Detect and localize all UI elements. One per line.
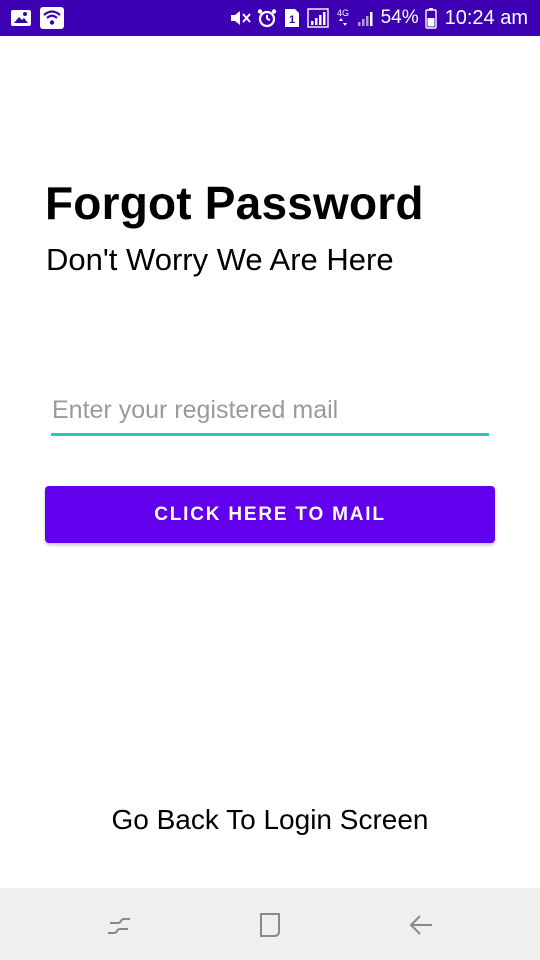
lte-icon: 4G (335, 7, 351, 29)
forgot-password-screen: 1 4G 54% 10:24 am Forgot Password Don't … (0, 0, 540, 960)
page-subtitle: Don't Worry We Are Here (46, 242, 394, 277)
mute-icon (229, 8, 251, 28)
home-icon (260, 913, 280, 937)
sim-number: 1 (289, 14, 295, 26)
signal-icon (357, 9, 375, 27)
navigation-bar (0, 888, 540, 960)
status-bar: 1 4G 54% 10:24 am (0, 0, 540, 36)
clock: 10:24 am (444, 6, 528, 29)
sim-icon: 1 (283, 8, 301, 28)
back-button[interactable] (401, 910, 441, 940)
alarm-icon (257, 8, 277, 28)
image-icon (10, 8, 32, 28)
recent-apps-icon (108, 918, 130, 934)
back-to-login-link[interactable]: Go Back To Login Screen (0, 804, 540, 836)
wifi-icon (40, 7, 64, 29)
email-field[interactable] (51, 394, 489, 436)
back-icon (409, 915, 432, 935)
battery-percent: 54% (380, 7, 419, 28)
recent-apps-button[interactable] (99, 910, 139, 940)
page-title: Forgot Password (45, 177, 424, 229)
home-button[interactable] (250, 910, 290, 940)
status-bar-left (10, 7, 64, 29)
send-mail-button[interactable]: Click Here To Mail (45, 486, 495, 543)
battery-icon (424, 7, 437, 29)
signal-icon (306, 8, 329, 28)
network-type: 4G (337, 8, 349, 18)
status-bar-right: 1 4G 54% 10:24 am (229, 7, 528, 30)
